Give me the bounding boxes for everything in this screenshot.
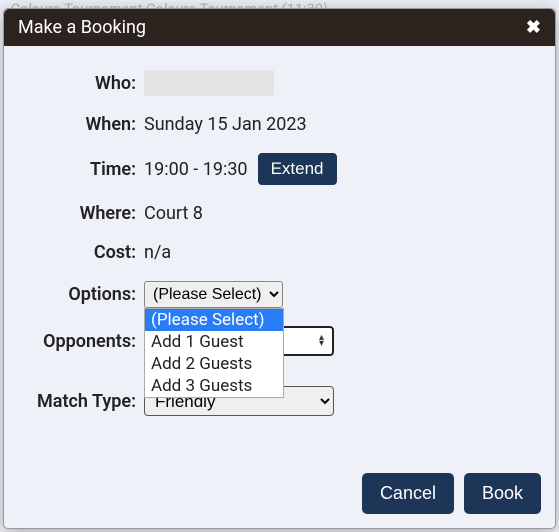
row-time: Time: 19:00 - 19:30 Extend [14,153,525,185]
where-label: Where: [14,203,144,224]
modal-header: Make a Booking ✖ [4,9,555,46]
book-button[interactable]: Book [464,473,541,514]
time-value: 19:00 - 19:30 [144,159,248,180]
when-value: Sunday 15 Jan 2023 [144,114,525,135]
row-where: Where: Court 8 [14,203,525,224]
stepper-icon: ▴▾ [319,335,324,347]
option-add-2-guests[interactable]: Add 2 Guests [145,353,283,375]
row-options: Options: (Please Select) (Please Select)… [14,281,525,308]
when-label: When: [14,114,144,135]
extend-button[interactable]: Extend [258,153,337,185]
options-label: Options: [14,284,144,305]
cost-label: Cost: [14,242,144,263]
cancel-button[interactable]: Cancel [362,473,454,514]
options-select[interactable]: (Please Select) [144,281,283,308]
option-add-3-guests[interactable]: Add 3 Guests [145,375,283,397]
who-value-placeholder [144,70,274,96]
cost-value: n/a [144,242,525,263]
row-cost: Cost: n/a [14,242,525,263]
who-label: Who: [14,73,144,94]
close-icon[interactable]: ✖ [526,17,541,38]
booking-modal: Make a Booking ✖ Who: When: Sunday 15 Ja… [3,8,556,529]
row-who: Who: [14,70,525,96]
modal-body: Who: When: Sunday 15 Jan 2023 Time: 19:0… [4,46,555,459]
time-label: Time: [14,159,144,180]
where-value: Court 8 [144,203,525,224]
row-when: When: Sunday 15 Jan 2023 [14,114,525,135]
opponents-label: Opponents: [14,331,144,352]
option-please-select[interactable]: (Please Select) [145,309,283,331]
option-add-1-guest[interactable]: Add 1 Guest [145,331,283,353]
options-dropdown-list: (Please Select) Add 1 Guest Add 2 Guests… [144,308,284,398]
modal-footer: Cancel Book [4,459,555,528]
matchtype-label: Match Type: [14,391,144,412]
modal-title: Make a Booking [18,17,146,38]
